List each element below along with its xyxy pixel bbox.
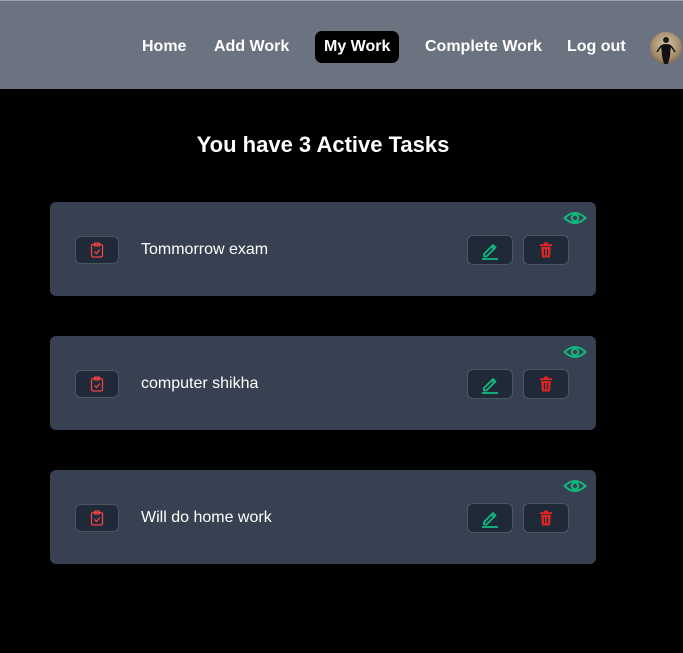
- nav-logout-link[interactable]: Log out: [567, 31, 626, 63]
- task-text: computer shikha: [141, 375, 259, 392]
- edit-button[interactable]: [467, 503, 513, 533]
- task-text: Tommorrow exam: [141, 241, 269, 258]
- trash-icon: [540, 242, 552, 258]
- nav-complete-work-link[interactable]: Complete Work: [425, 31, 542, 63]
- nav-home-link[interactable]: Home: [142, 31, 186, 63]
- delete-button[interactable]: [523, 503, 569, 533]
- edit-button[interactable]: [467, 235, 513, 265]
- task-card: Tommorrow exam: [50, 202, 596, 296]
- task-card: computer shikha: [50, 336, 596, 430]
- eye-icon[interactable]: [563, 478, 587, 494]
- task-status-button[interactable]: [75, 370, 119, 398]
- nav-add-work-link[interactable]: Add Work: [214, 31, 289, 63]
- clipboard-check-icon: [90, 242, 104, 258]
- pencil-icon: [482, 378, 498, 394]
- navbar: Home Add Work My Work Complete Work Log …: [0, 0, 683, 89]
- user-avatar-icon: [656, 37, 676, 64]
- nav-my-work-link[interactable]: My Work: [315, 31, 400, 63]
- pencil-icon: [482, 244, 498, 260]
- task-text: Will do home work: [141, 509, 272, 526]
- eye-icon[interactable]: [563, 210, 587, 226]
- eye-icon[interactable]: [563, 344, 587, 360]
- avatar[interactable]: [650, 32, 682, 64]
- clipboard-check-icon: [90, 510, 104, 526]
- clipboard-check-icon: [90, 376, 104, 392]
- pencil-icon: [482, 512, 498, 528]
- edit-button[interactable]: [467, 369, 513, 399]
- task-status-button[interactable]: [75, 504, 119, 532]
- page-title: You have 3 Active Tasks: [196, 132, 450, 157]
- task-status-button[interactable]: [75, 236, 119, 264]
- trash-icon: [540, 510, 552, 526]
- delete-button[interactable]: [523, 369, 569, 399]
- trash-icon: [540, 376, 552, 392]
- task-card: Will do home work: [50, 470, 596, 564]
- delete-button[interactable]: [523, 235, 569, 265]
